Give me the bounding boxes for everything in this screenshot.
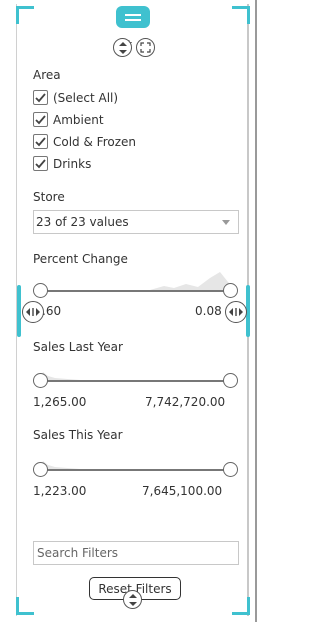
percent-change-track (41, 290, 230, 292)
resize-horizontal-icon[interactable] (225, 301, 247, 323)
sales-this-year-max-knob[interactable] (223, 462, 238, 477)
chevron-down-icon (222, 220, 230, 225)
sales-this-year-label: Sales This Year (33, 428, 123, 442)
area-ambient-row[interactable]: Ambient (33, 112, 104, 127)
move-vertical-icon[interactable] (113, 38, 132, 57)
checkbox-label: (Select All) (53, 90, 119, 105)
sales-last-year-max-value: 7,742,720.00 (145, 395, 226, 409)
sales-last-year-min-knob[interactable] (33, 373, 48, 388)
checkbox-label: Drinks (53, 156, 92, 171)
resize-horizontal-icon[interactable] (22, 301, 44, 323)
checkbox-drinks[interactable] (33, 156, 48, 171)
percent-change-max-knob[interactable] (223, 283, 238, 298)
corner-handle-bottom-left[interactable] (16, 597, 34, 615)
filter-panel-stage: it Area (Select All) Ambient Cold & Froz… (0, 0, 265, 622)
corner-handle-bottom-right[interactable] (232, 597, 250, 615)
sales-last-year-max-knob[interactable] (223, 373, 238, 388)
sales-last-year-track (41, 380, 230, 382)
drag-handle-icon[interactable] (116, 6, 150, 28)
move-vertical-icon[interactable] (123, 590, 142, 609)
area-select-all-row[interactable]: (Select All) (33, 90, 118, 105)
sales-last-year-label: Sales Last Year (33, 340, 123, 354)
area-drinks-row[interactable]: Drinks (33, 156, 91, 171)
percent-change-min-value: .60 (42, 304, 62, 318)
checkbox-label: Cold & Frozen (53, 134, 136, 149)
checkbox-label: Ambient (53, 112, 104, 127)
store-select[interactable]: 23 of 23 values (33, 210, 239, 234)
sales-this-year-max-value: 7,645,100.00 (142, 484, 223, 498)
area-cold-frozen-row[interactable]: Cold & Frozen (33, 134, 136, 149)
checkbox-select-all[interactable] (33, 90, 48, 105)
expand-icon[interactable] (136, 38, 155, 57)
area-label: Area (33, 68, 61, 82)
store-label: Store (33, 190, 65, 204)
sales-this-year-min-knob[interactable] (33, 462, 48, 477)
percent-change-min-knob[interactable] (33, 283, 48, 298)
corner-handle-top-left[interactable] (16, 6, 34, 24)
checkbox-ambient[interactable] (33, 112, 48, 127)
scrollbar-divider (255, 0, 257, 622)
store-select-value: 23 of 23 values (36, 215, 129, 229)
sales-this-year-track (41, 469, 230, 471)
corner-handle-top-right[interactable] (232, 6, 250, 24)
search-filters-input[interactable]: Search Filters (33, 541, 239, 565)
checkbox-cold-frozen[interactable] (33, 134, 48, 149)
sales-last-year-min-value: 1,265.00 (33, 395, 87, 409)
percent-change-max-value: 0.08 (195, 304, 222, 318)
percent-change-histogram (150, 272, 236, 290)
side-handle-left[interactable] (17, 285, 21, 337)
sales-this-year-min-value: 1,223.00 (33, 484, 87, 498)
percent-change-label: Percent Change (33, 252, 128, 266)
